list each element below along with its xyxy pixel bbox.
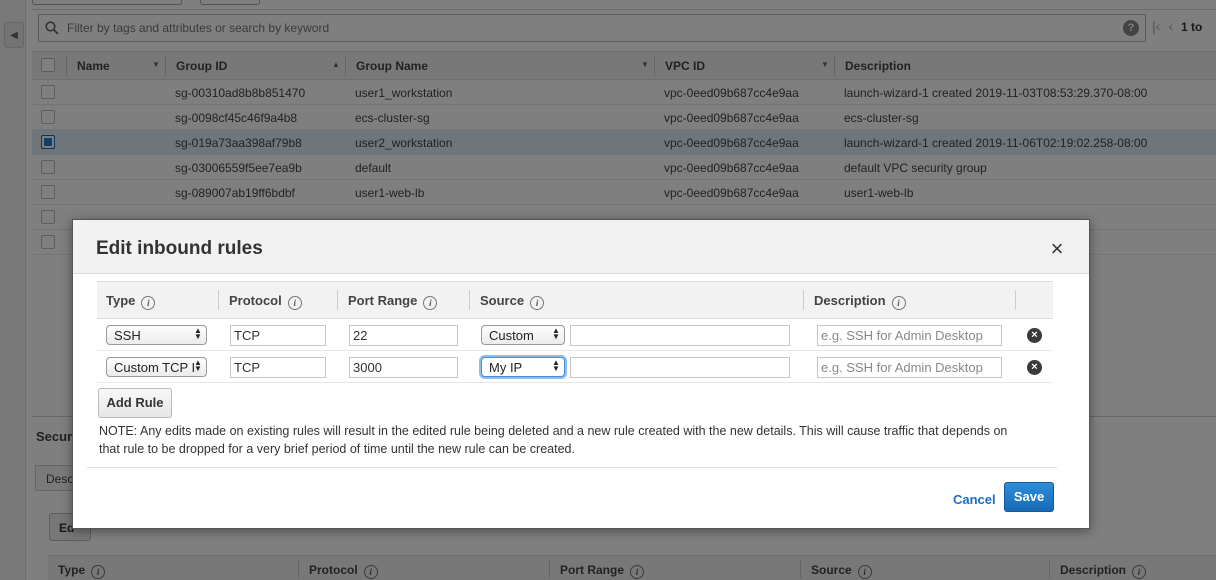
description-input[interactable]: e.g. SSH for Admin Desktop: [817, 325, 1002, 346]
info-icon[interactable]: i: [141, 296, 156, 310]
source-cidr-input[interactable]: [570, 357, 790, 378]
description-input[interactable]: e.g. SSH for Admin Desktop: [817, 357, 1002, 378]
add-rule-button[interactable]: Add Rule: [98, 388, 172, 418]
select-arrows-icon: ▲ ▼: [194, 358, 202, 373]
port-range-input[interactable]: 3000: [349, 357, 458, 378]
info-icon[interactable]: i: [423, 296, 438, 310]
col-port-range: Port Rangei: [348, 293, 438, 310]
col-type: Typei: [106, 293, 156, 310]
protocol-field: TCP: [230, 357, 326, 378]
close-icon[interactable]: ×: [1047, 238, 1067, 260]
edit-inbound-rules-dialog: Edit inbound rules × Type i Protocol i Por…: [72, 219, 1090, 529]
cancel-link[interactable]: Cancel: [953, 492, 996, 507]
remove-rule-icon[interactable]: ×: [1027, 328, 1042, 343]
save-button[interactable]: Save: [1004, 482, 1054, 512]
source-select[interactable]: My IP ▲ ▼: [481, 357, 565, 377]
col-source: Sourcei: [480, 293, 545, 310]
type-select[interactable]: SSH ▲ ▼: [106, 325, 207, 345]
info-icon[interactable]: i: [891, 296, 906, 310]
source-select[interactable]: Custom ▲ ▼: [481, 325, 565, 345]
port-range-input[interactable]: 22: [349, 325, 458, 346]
rules-table: Type i Protocol i Port Range i Source i Desc…: [97, 281, 1053, 383]
rules-header: Type i Protocol i Port Range i Source i Desc…: [97, 281, 1053, 319]
footer-divider: [87, 467, 1057, 468]
source-cidr-input[interactable]: [570, 325, 790, 346]
rule-row: SSH ▲ ▼ TCP 22 Custom ▲ ▼ e.g. SSH for Admin…: [97, 319, 1053, 351]
info-icon[interactable]: i: [287, 296, 302, 310]
select-arrows-icon: ▲ ▼: [552, 358, 560, 373]
select-arrows-icon: ▲ ▼: [552, 326, 560, 341]
edit-rules-note: NOTE: Any edits made on existing rules w…: [99, 424, 1008, 456]
dialog-title: Edit inbound rules: [96, 238, 263, 259]
col-protocol: Protocoli: [229, 293, 302, 310]
remove-rule-icon[interactable]: ×: [1027, 360, 1042, 375]
col-description: Descriptioni: [814, 293, 906, 310]
select-arrows-icon: ▲ ▼: [194, 326, 202, 341]
type-select[interactable]: Custom TCP I ▲ ▼: [106, 357, 207, 377]
rule-row: Custom TCP I ▲ ▼ TCP 3000 My IP ▲ ▼ e.g. SSH…: [97, 351, 1053, 383]
dialog-header: Edit inbound rules ×: [73, 220, 1089, 274]
info-icon[interactable]: i: [530, 296, 545, 310]
protocol-field: TCP: [230, 325, 326, 346]
